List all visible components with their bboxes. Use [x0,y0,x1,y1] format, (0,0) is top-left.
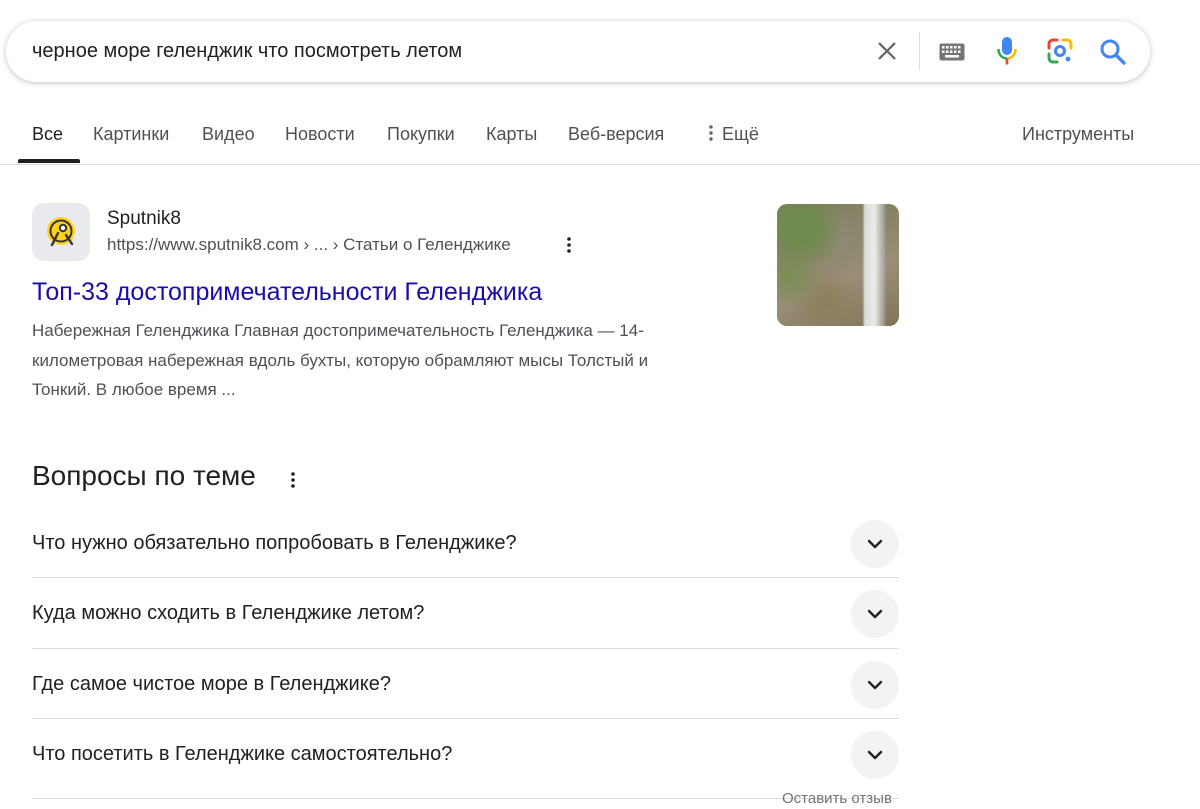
snippet-line: Тонкий. В любое время ... [32,380,236,399]
result-snippet: Набережная Геленджика Главная достоприме… [32,316,722,405]
tab-more[interactable]: Ещё [706,124,759,145]
more-vert-icon [709,125,713,141]
sputnik8-logo-icon [47,217,75,247]
question-text: Что посетить в Геленджике самостоятельно… [32,743,453,765]
tools-button[interactable]: Инструменты [1022,124,1134,145]
microphone-icon[interactable] [991,34,1023,68]
result-site-name[interactable]: Sputnik8 [107,208,181,230]
question-item[interactable]: Что посетить в Геленджике самостоятельно… [32,721,899,791]
tab-web[interactable]: Веб-версия [568,124,664,145]
result-thumbnail[interactable] [777,204,899,326]
question-divider [32,718,899,719]
question-text: Куда можно сходить в Геленджике летом? [32,602,425,624]
site-favicon[interactable] [32,203,90,261]
question-divider [32,648,899,649]
clear-icon[interactable] [872,36,902,66]
active-tab-indicator [18,159,80,163]
chevron-down-icon[interactable] [851,661,899,709]
question-text: Где самое чистое море в Геленджике? [32,673,391,695]
question-item[interactable]: Куда можно сходить в Геленджике летом? [32,580,899,650]
questions-options-icon[interactable] [284,468,302,492]
keyboard-icon[interactable] [936,38,968,66]
question-divider [32,577,899,578]
snippet-line: километровая набережная вдоль бухты, кот… [32,350,649,370]
tab-shopping[interactable]: Покупки [387,124,455,145]
search-input[interactable]: черное море геленджик что посмотреть лет… [32,21,462,82]
result-options-icon[interactable] [560,234,578,256]
related-questions-heading: Вопросы по теме [32,460,256,491]
tab-all[interactable]: Все [32,124,63,145]
question-item[interactable]: Что нужно обязательно попробовать в Геле… [32,510,899,580]
snippet-line: Набережная Геленджика Главная достоприме… [32,321,644,340]
tab-maps[interactable]: Карты [486,124,537,145]
question-item[interactable]: Где самое чистое море в Геленджике? [32,651,899,721]
search-icon[interactable] [1096,35,1130,69]
google-lens-icon[interactable] [1044,35,1076,67]
tab-more-label: Ещё [722,124,759,144]
result-url[interactable]: https://www.sputnik8.com › ... › Статьи … [107,235,511,255]
chevron-down-icon[interactable] [851,731,899,779]
tab-videos[interactable]: Видео [202,124,255,145]
tab-images[interactable]: Картинки [93,124,169,145]
result-title-link[interactable]: Топ-33 достопримечательности Геленджика [32,278,542,307]
search-bar: черное море геленджик что посмотреть лет… [6,21,1150,82]
search-divider [919,33,920,70]
tab-news[interactable]: Новости [285,124,355,145]
feedback-link[interactable]: Оставить отзыв [782,790,892,807]
chevron-down-icon[interactable] [851,520,899,568]
search-tabs: Все Картинки Видео Новости Покупки Карты… [0,110,1200,165]
question-text: Что нужно обязательно попробовать в Геле… [32,532,517,554]
question-divider [32,798,899,799]
chevron-down-icon[interactable] [851,590,899,638]
